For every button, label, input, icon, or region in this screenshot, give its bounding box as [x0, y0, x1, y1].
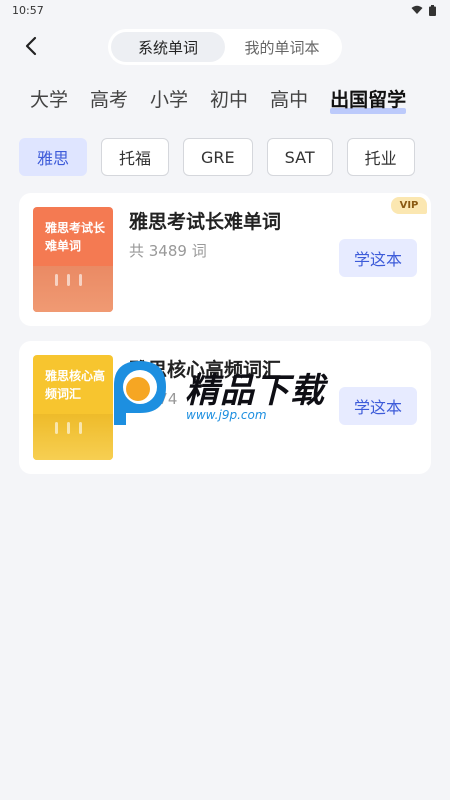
chevron-left-icon	[25, 36, 37, 56]
book-title: 雅思考试长难单词	[129, 211, 282, 233]
back-button[interactable]	[20, 34, 44, 58]
cover-title: 雅思考试长难单词	[45, 221, 106, 253]
category-tab-senior-high[interactable]: 高中	[270, 85, 308, 118]
book-cover: 雅思考试长难单词	[33, 207, 113, 312]
chip-toeic[interactable]: 托业	[346, 138, 415, 176]
header: 系统单词 我的单词本	[0, 20, 450, 74]
watermark-text: 精品下载	[185, 371, 325, 411]
tab-my-wordbook[interactable]: 我的单词本	[225, 32, 339, 62]
cover-pattern	[55, 274, 82, 286]
battery-icon	[429, 4, 436, 16]
watermark-logo-icon	[114, 361, 166, 425]
status-time: 10:57	[12, 3, 44, 17]
tab-system-words[interactable]: 系统单词	[111, 32, 225, 62]
word-count: 共 3489 词	[129, 242, 207, 260]
category-tab-junior-high[interactable]: 初中	[210, 85, 248, 118]
category-tab-university[interactable]: 大学	[30, 85, 68, 118]
cover-title: 雅思核心高频词汇	[45, 369, 106, 401]
study-book-button[interactable]: 学这本	[339, 239, 417, 277]
status-bar: 10:57	[0, 0, 450, 20]
cover-band	[33, 266, 113, 312]
book-card[interactable]: 雅思考试长难单词 雅思考试长难单词 共 3489 词 学这本 VIP	[19, 193, 431, 326]
exam-chips: 雅思 托福 GRE SAT 托业	[0, 138, 450, 176]
wifi-icon	[411, 5, 423, 14]
category-tab-gaokao[interactable]: 高考	[90, 85, 128, 118]
cover-pattern	[55, 422, 82, 434]
status-icons	[411, 4, 436, 16]
chip-ielts[interactable]: 雅思	[19, 138, 88, 176]
watermark-url: www.j9p.com	[186, 408, 267, 422]
book-source-switch: 系统单词 我的单词本	[108, 29, 342, 65]
chip-toefl[interactable]: 托福	[101, 138, 170, 176]
watermark: 精品下载 www.j9p.com	[100, 355, 360, 435]
vip-badge: VIP	[391, 197, 427, 214]
category-tab-study-abroad[interactable]: 出国留学	[330, 85, 407, 118]
category-tab-primary[interactable]: 小学	[150, 85, 188, 118]
category-tabs: 大学 高考 小学 初中 高中 出国留学	[0, 74, 450, 118]
chip-gre[interactable]: GRE	[183, 138, 253, 176]
chip-sat[interactable]: SAT	[266, 138, 333, 176]
